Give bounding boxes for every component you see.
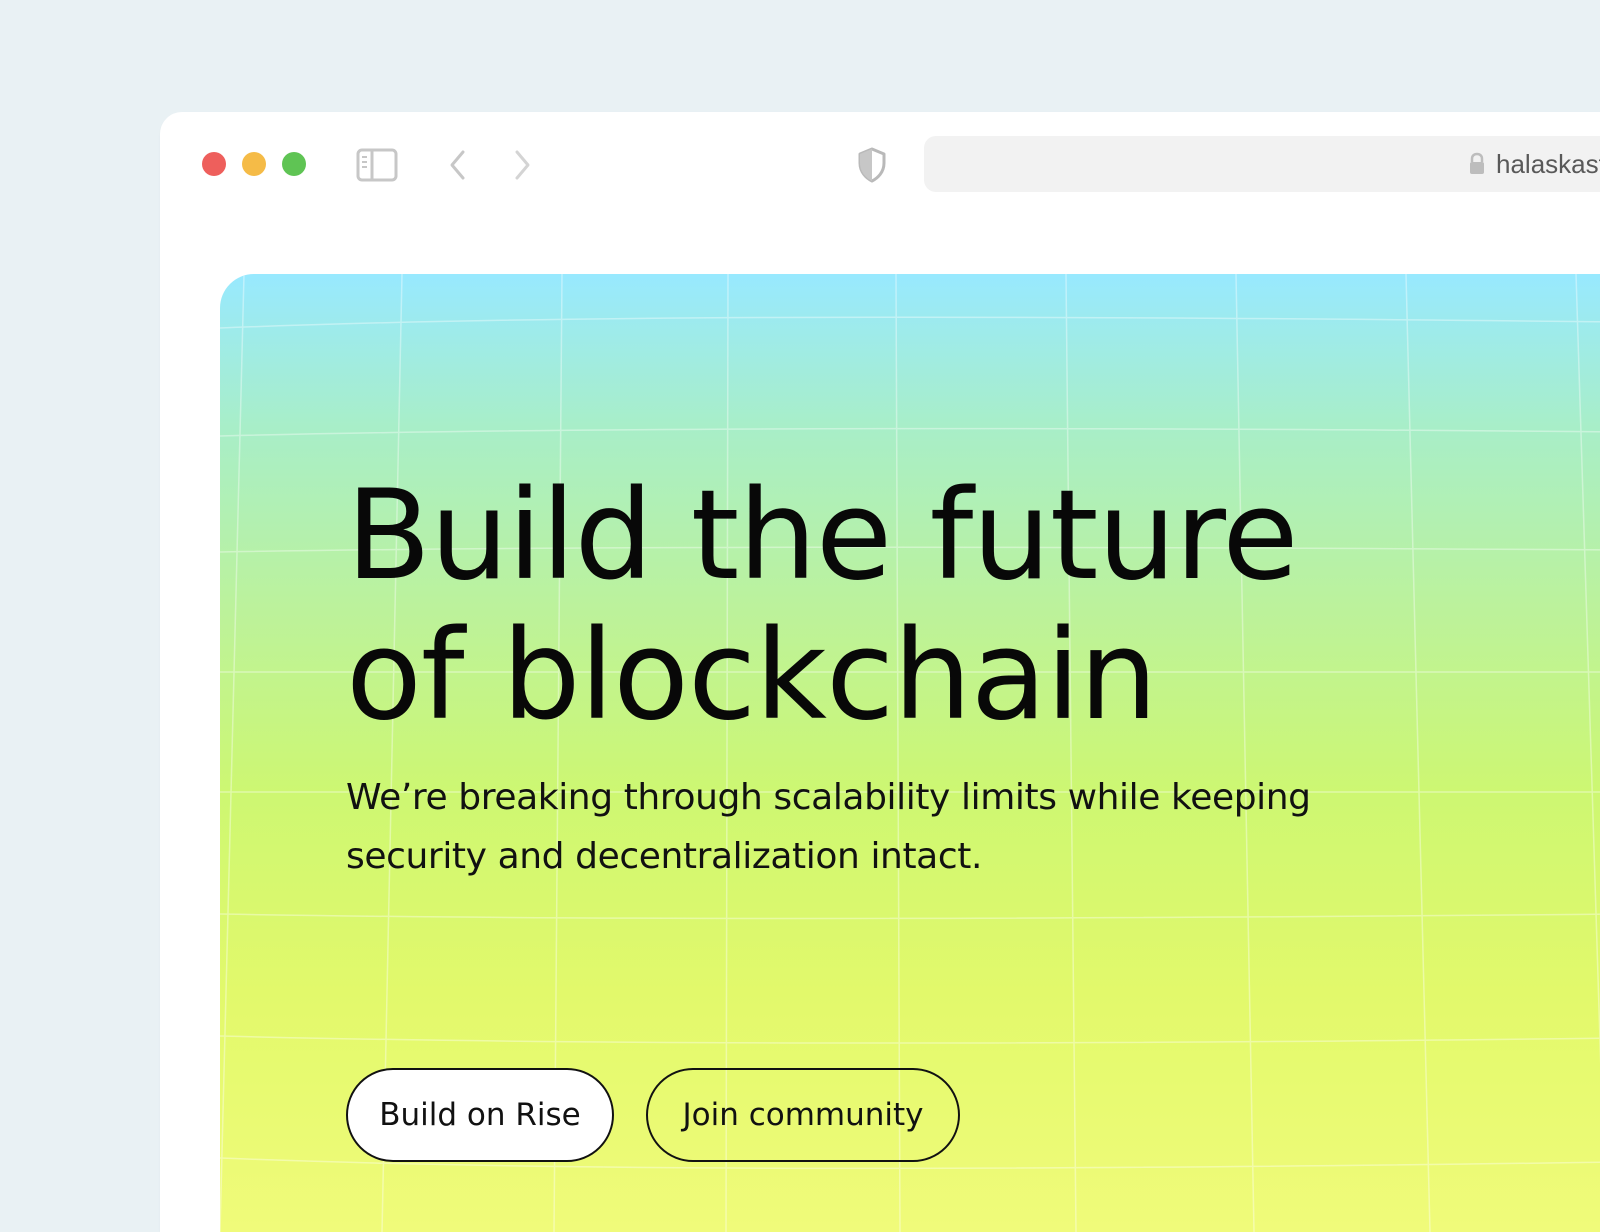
lock-icon [1470, 152, 1484, 174]
hero-title-line: of blockchain [346, 604, 1158, 748]
minimize-window-button[interactable] [242, 152, 266, 176]
join-community-button[interactable]: Join community [646, 1068, 960, 1162]
hero-subtitle: We’re breaking through scalability limit… [346, 768, 1466, 886]
browser-window: halaskastudio.com [160, 112, 1600, 1232]
forward-arrow-icon[interactable] [510, 148, 534, 182]
close-window-button[interactable] [202, 152, 226, 176]
zoom-window-button[interactable] [282, 152, 306, 176]
hero-section: Build the future of blockchain We’re bre… [220, 274, 1600, 1232]
hero-title-line: Build the future [346, 464, 1299, 608]
back-arrow-icon[interactable] [446, 148, 470, 182]
privacy-shield-icon[interactable] [856, 146, 888, 184]
hero-subtitle-line: security and decentralization intact. [346, 836, 982, 877]
hero-title: Build the future of blockchain [346, 466, 1526, 746]
sidebar-toggle-icon[interactable] [356, 148, 398, 182]
hero-subtitle-line: We’re breaking through scalability limit… [346, 777, 1311, 818]
url-text: halaskastudio.com [1496, 149, 1600, 179]
build-on-rise-button[interactable]: Build on Rise [346, 1068, 614, 1162]
address-bar[interactable]: halaskastudio.com [924, 136, 1600, 192]
browser-toolbar: halaskastudio.com [160, 112, 1600, 212]
